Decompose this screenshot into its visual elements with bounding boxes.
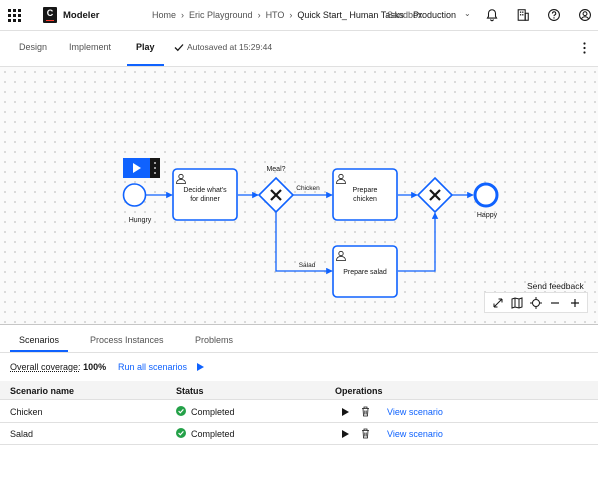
task-chicken-label-line2: chicken: [353, 196, 377, 203]
canvas-controls: [484, 292, 588, 313]
overflow-menu-icon[interactable]: [583, 42, 586, 54]
zoom-in-icon[interactable]: [568, 296, 582, 310]
task-decide-label-line1: Decide what's: [183, 187, 227, 194]
scenario-name: Chicken: [10, 407, 43, 417]
active-tab-indicator: [127, 64, 164, 66]
notification-icon[interactable]: [485, 8, 499, 22]
tab-process-instances[interactable]: Process Instances: [90, 335, 164, 345]
panel-tab-divider: [0, 352, 598, 353]
breadcrumb-separator: ›: [289, 10, 293, 20]
send-feedback-link[interactable]: Send feedback: [527, 281, 584, 291]
tab-scenarios[interactable]: Scenarios: [19, 335, 59, 345]
end-event-label: Happy: [477, 212, 498, 219]
breadcrumb-folder[interactable]: HTO: [266, 10, 285, 20]
column-header-scenario[interactable]: Scenario name: [10, 386, 74, 396]
bpmn-diagram: Hungry Decide what's for dinner Meal? Ch…: [122, 158, 499, 298]
task-salad-label: Prepare salad: [343, 269, 387, 276]
task-decide-dinner: [172, 168, 238, 221]
chevron-down-icon: ⌄: [464, 9, 471, 18]
breadcrumb: Home › Eric Playground › HTO › Quick Start_ Hu…: [152, 10, 404, 20]
scenario-status: Completed: [191, 407, 235, 417]
checkmark-icon: [174, 44, 184, 52]
coverage-label: Overall coverage:: [10, 362, 81, 372]
tab-implement[interactable]: Implement: [69, 42, 111, 52]
flow-label-salad: Salad: [299, 262, 316, 269]
breadcrumb-separator: ›: [257, 10, 261, 20]
coverage-value: 100%: [83, 362, 107, 372]
scenario-name: Salad: [10, 429, 34, 439]
active-panel-tab-indicator: [10, 350, 68, 352]
run-scenario-icon[interactable]: [341, 429, 350, 439]
help-icon[interactable]: [547, 8, 561, 22]
completed-icon: [176, 428, 186, 438]
column-header-status[interactable]: Status: [176, 386, 204, 396]
sequence-flow: [398, 212, 439, 272]
start-event: [122, 183, 147, 207]
table-header: Scenario name Status Operations: [0, 381, 598, 400]
center-icon[interactable]: [529, 296, 543, 310]
table-row: Salad Completed View scenario: [0, 423, 598, 445]
completed-icon: [176, 406, 186, 416]
run-all-scenarios-link[interactable]: Run all scenarios: [118, 362, 187, 372]
mode-tabs: Design Implement Play: [0, 31, 598, 67]
environment-name: Production: [413, 10, 457, 20]
top-header: C Modeler Home › Eric Playground › HTO › Quick…: [0, 0, 598, 31]
minimap-icon[interactable]: [510, 296, 524, 310]
task-chicken-label-line1: Prepare: [353, 187, 378, 194]
app-switcher-icon[interactable]: [8, 9, 21, 22]
app-name: Modeler: [63, 10, 100, 21]
run-scenario-icon[interactable]: [341, 407, 350, 417]
column-header-operations: Operations: [335, 386, 383, 396]
overall-coverage: Overall coverage: 100%: [10, 362, 106, 372]
play-icon[interactable]: [196, 362, 205, 372]
view-scenario-link[interactable]: View scenario: [387, 429, 443, 439]
tab-problems[interactable]: Problems: [195, 335, 233, 345]
breadcrumb-home[interactable]: Home: [152, 10, 176, 20]
user-icon[interactable]: [578, 8, 592, 22]
start-event-label: Hungry: [129, 217, 152, 224]
zoom-out-icon[interactable]: [548, 296, 562, 310]
delete-icon[interactable]: [361, 406, 370, 417]
organization-icon[interactable]: [516, 8, 530, 22]
end-event: [473, 182, 499, 208]
view-scenario-link[interactable]: View scenario: [387, 407, 443, 417]
start-instance-pad[interactable]: [123, 158, 160, 178]
breadcrumb-project[interactable]: Eric Playground: [189, 10, 253, 20]
task-prepare-chicken: [332, 168, 398, 221]
table-row: Chicken Completed View scenario: [0, 401, 598, 423]
play-panel: Scenarios Process Instances Problems Ove…: [0, 324, 598, 477]
camunda-logo: C: [43, 7, 57, 23]
breadcrumb-separator: ›: [181, 10, 185, 20]
tab-design[interactable]: Design: [19, 42, 47, 52]
bpmn-canvas[interactable]: Hungry Decide what's for dinner Meal? Ch…: [0, 67, 598, 324]
task-decide-label-line2: for dinner: [190, 196, 220, 203]
gateway-label: Meal?: [266, 166, 285, 173]
fit-to-screen-icon[interactable]: [491, 296, 505, 310]
flow-label-chicken: Chicken: [296, 185, 320, 192]
autosave-status: Autosaved at 15:29:44: [187, 42, 273, 52]
scenario-status: Completed: [191, 429, 235, 439]
tab-play[interactable]: Play: [136, 42, 155, 52]
delete-icon[interactable]: [361, 428, 370, 439]
